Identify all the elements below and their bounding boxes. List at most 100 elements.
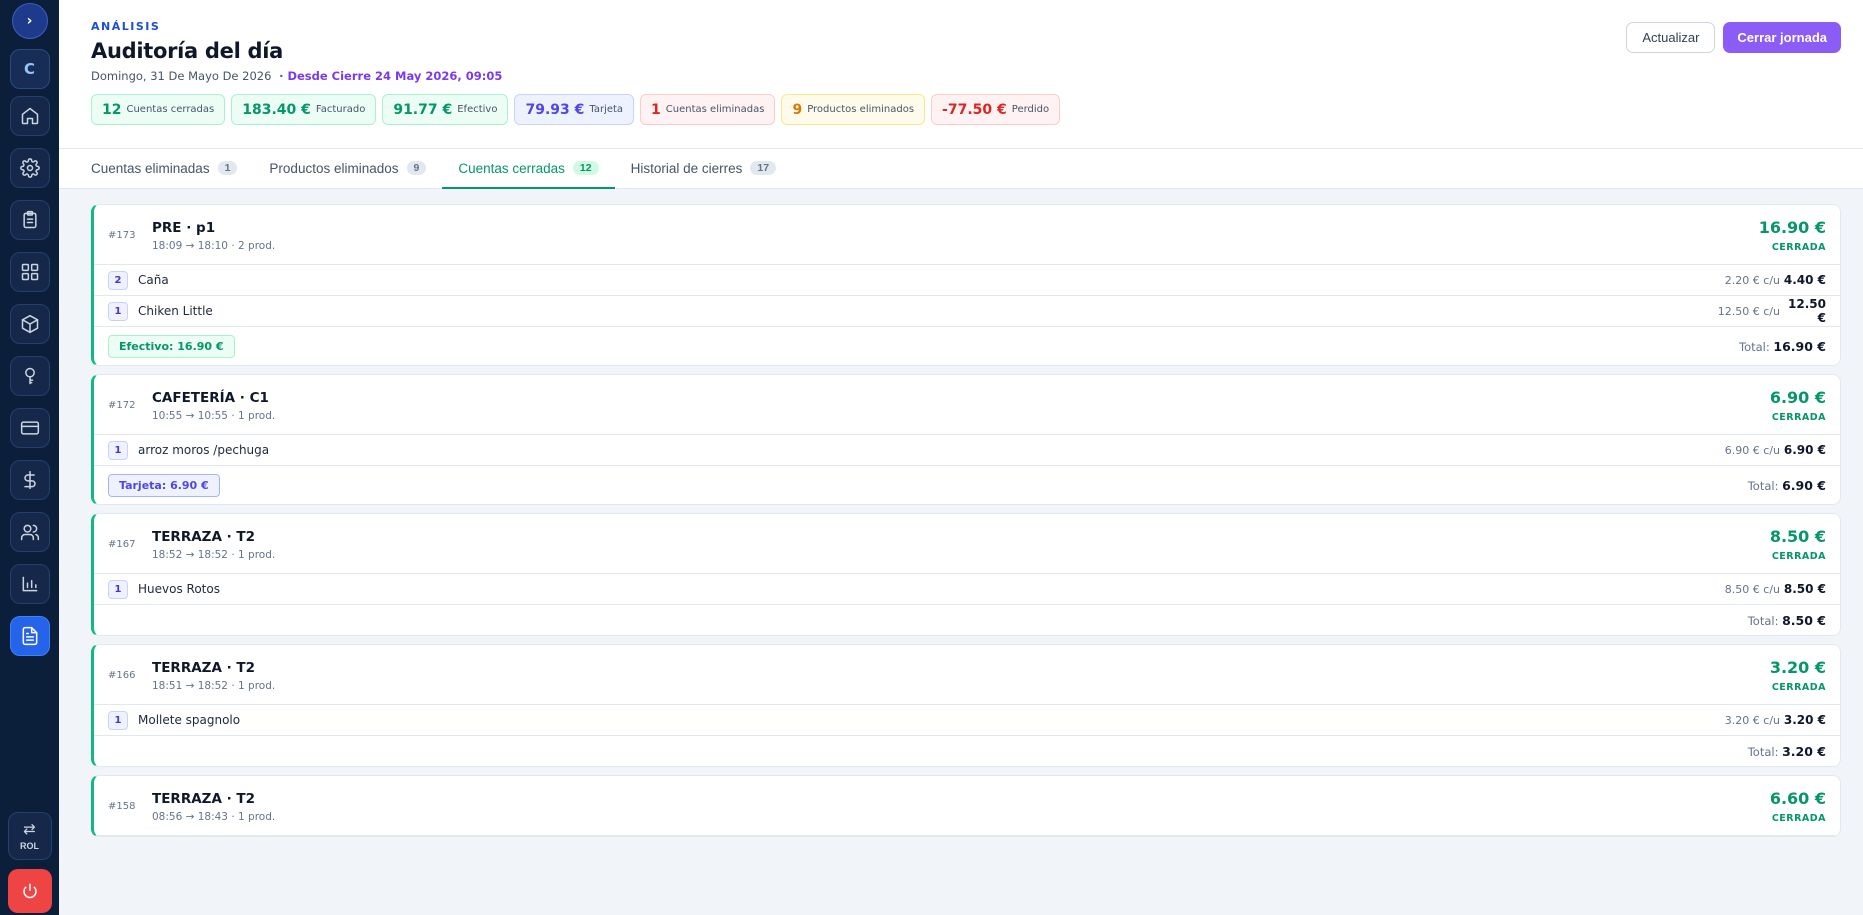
status-badge: CERRADA (1771, 813, 1826, 824)
main-content: ANÁLISIS Auditoría del día Domingo, 31 D… (59, 0, 1863, 915)
payment-badge: Tarjeta: 6.90 € (108, 473, 220, 497)
role-switch-button[interactable]: ⇄ ROL (7, 812, 52, 860)
quantity-badge: 1 (108, 579, 128, 599)
gear-icon (19, 158, 40, 178)
stat-label: Cuentas cerradas (126, 104, 215, 115)
status-badge: CERRADA (1771, 682, 1826, 693)
account-total: Total: 16.90 € (1739, 339, 1826, 354)
account-card[interactable]: #173 PRE · p1 18:09 → 18:10 · 2 prod. 16… (91, 204, 1841, 366)
sidebar-item-tables[interactable] (9, 252, 50, 292)
total-value: 8.50 € (1782, 612, 1826, 628)
stat-label: Tarjeta (589, 104, 624, 115)
tab-close-history[interactable]: Historial de cierres 17 (615, 149, 792, 189)
total-label: Total: (1747, 613, 1779, 628)
account-time-range: 18:09 → 18:10 · 2 prod. (152, 239, 276, 252)
account-time-range: 10:55 → 10:55 · 1 prod. (152, 409, 276, 422)
stat-value: 183.40 € (242, 101, 311, 118)
sidebar-item-settings[interactable] (9, 148, 50, 188)
status-badge: CERRADA (1771, 412, 1826, 423)
stat-deleted-accounts: 1 Cuentas eliminadas (640, 94, 776, 125)
account-amount: 6.60 € (1769, 789, 1826, 808)
list-item: 1 Chiken Little 12.50 € c/u 12.50 € (94, 296, 1840, 327)
account-card[interactable]: #172 CAFETERÍA · C1 10:55 → 10:55 · 1 pr… (91, 374, 1841, 505)
list-item: 1 Huevos Rotos 8.50 € c/u 8.50 € (94, 574, 1840, 605)
total-value: 6.90 € (1782, 477, 1826, 493)
since-last-close: · Desde Cierre 24 May 2026, 09:05 (279, 69, 503, 83)
logout-button[interactable] (7, 869, 52, 913)
account-total: Total: 3.20 € (1748, 744, 1826, 759)
audit-tabs: Cuentas eliminadas 1 Productos eliminado… (59, 149, 1863, 189)
list-item: 1 arroz moros /pechuga 6.90 € c/u 6.90 € (94, 435, 1840, 466)
total-value: 16.90 € (1773, 338, 1826, 354)
product-name: Huevos Rotos (138, 582, 220, 596)
closed-accounts-list: #173 PRE · p1 18:09 → 18:10 · 2 prod. 16… (59, 189, 1863, 915)
sidebar-item-audit[interactable] (9, 616, 50, 656)
account-time-range: 08:56 → 18:43 · 1 prod. (152, 810, 276, 823)
sidebar: › C ⇄ ROL (0, 0, 59, 915)
stat-closed-accounts: 12 Cuentas cerradas (91, 94, 226, 125)
stat-label: Perdido (1011, 104, 1050, 115)
total-label: Total: (1747, 478, 1779, 493)
product-name: Caña (138, 273, 169, 287)
line-total: 3.20 € (1783, 713, 1826, 727)
refresh-button[interactable]: Actualizar (1626, 22, 1716, 53)
tab-closed-accounts[interactable]: Cuentas cerradas 12 (442, 149, 615, 189)
tab-count-badge: 9 (406, 161, 427, 175)
total-value: 3.20 € (1782, 743, 1826, 759)
tab-deleted-accounts[interactable]: Cuentas eliminadas 1 (75, 149, 253, 189)
account-total: Total: 6.90 € (1748, 478, 1826, 493)
bar-chart-icon (22, 576, 37, 592)
line-total: 8.50 € (1783, 582, 1826, 596)
section-eyebrow: ANÁLISIS (91, 20, 161, 33)
close-day-button[interactable]: Cerrar jornada (1723, 22, 1841, 53)
list-item: 2 Caña 2.20 € c/u 4.40 € (94, 265, 1840, 296)
account-time-range: 18:51 → 18:52 · 1 prod. (152, 679, 276, 692)
sidebar-toggle-button[interactable]: › (11, 3, 48, 39)
account-id: #173 (108, 230, 136, 241)
unit-price: 6.90 € c/u (1724, 443, 1780, 457)
sidebar-item-payments[interactable] (9, 408, 50, 448)
sidebar-item-products[interactable] (9, 304, 50, 344)
stat-value: 79.93 € (525, 101, 585, 118)
sidebar-item-orders[interactable] (9, 200, 50, 240)
account-id: #166 (108, 670, 136, 681)
sidebar-item-access[interactable] (9, 356, 50, 396)
account-card[interactable]: #166 TERRAZA · T2 18:51 → 18:52 · 1 prod… (91, 644, 1841, 767)
product-name: arroz moros /pechuga (138, 443, 270, 457)
account-card[interactable]: #167 TERRAZA · T2 18:52 → 18:52 · 1 prod… (91, 513, 1841, 636)
page-title: Auditoría del día (91, 39, 284, 63)
current-date: Domingo, 31 De Mayo De 2026 (91, 69, 272, 83)
account-card[interactable]: #158 TERRAZA · T2 08:56 → 18:43 · 1 prod… (91, 775, 1841, 837)
quantity-badge: 1 (108, 710, 128, 730)
sidebar-item-stats[interactable] (9, 564, 50, 604)
document-icon (22, 626, 37, 646)
tab-count-badge: 17 (750, 161, 777, 175)
sidebar-item-users[interactable] (9, 512, 50, 552)
key-icon (24, 367, 35, 385)
account-id: #167 (108, 539, 136, 550)
account-amount: 3.20 € (1769, 658, 1826, 677)
unit-price: 2.20 € c/u (1724, 273, 1780, 287)
status-badge: CERRADA (1771, 551, 1826, 562)
sidebar-item-cash[interactable] (9, 460, 50, 500)
sidebar-item-home[interactable] (9, 96, 50, 136)
account-amount: 8.50 € (1769, 527, 1826, 546)
stat-value: 9 (792, 101, 803, 118)
account-time-range: 18:52 → 18:52 · 1 prod. (152, 548, 276, 561)
stat-value: 91.77 € (393, 101, 453, 118)
stat-lost: -77.50 € Perdido (931, 94, 1061, 125)
product-name: Mollete spagnolo (138, 713, 241, 727)
list-item: 1 Mollete spagnolo 3.20 € c/u 3.20 € (94, 705, 1840, 736)
stat-label: Cuentas eliminadas (665, 104, 765, 115)
tab-deleted-products[interactable]: Productos eliminados 9 (253, 149, 442, 189)
clipboard-icon (22, 210, 37, 229)
product-name: Chiken Little (138, 304, 213, 318)
stats-bar: 12 Cuentas cerradas 183.40 € Facturado 9… (91, 94, 1841, 125)
account-id: #172 (108, 400, 136, 411)
account-title: PRE · p1 (152, 219, 216, 236)
payment-badge: Efectivo: 16.90 € (108, 334, 235, 358)
home-icon (21, 107, 38, 125)
line-total: 6.90 € (1783, 443, 1826, 457)
account-total: Total: 8.50 € (1748, 613, 1826, 628)
line-total: 4.40 € (1783, 273, 1826, 287)
